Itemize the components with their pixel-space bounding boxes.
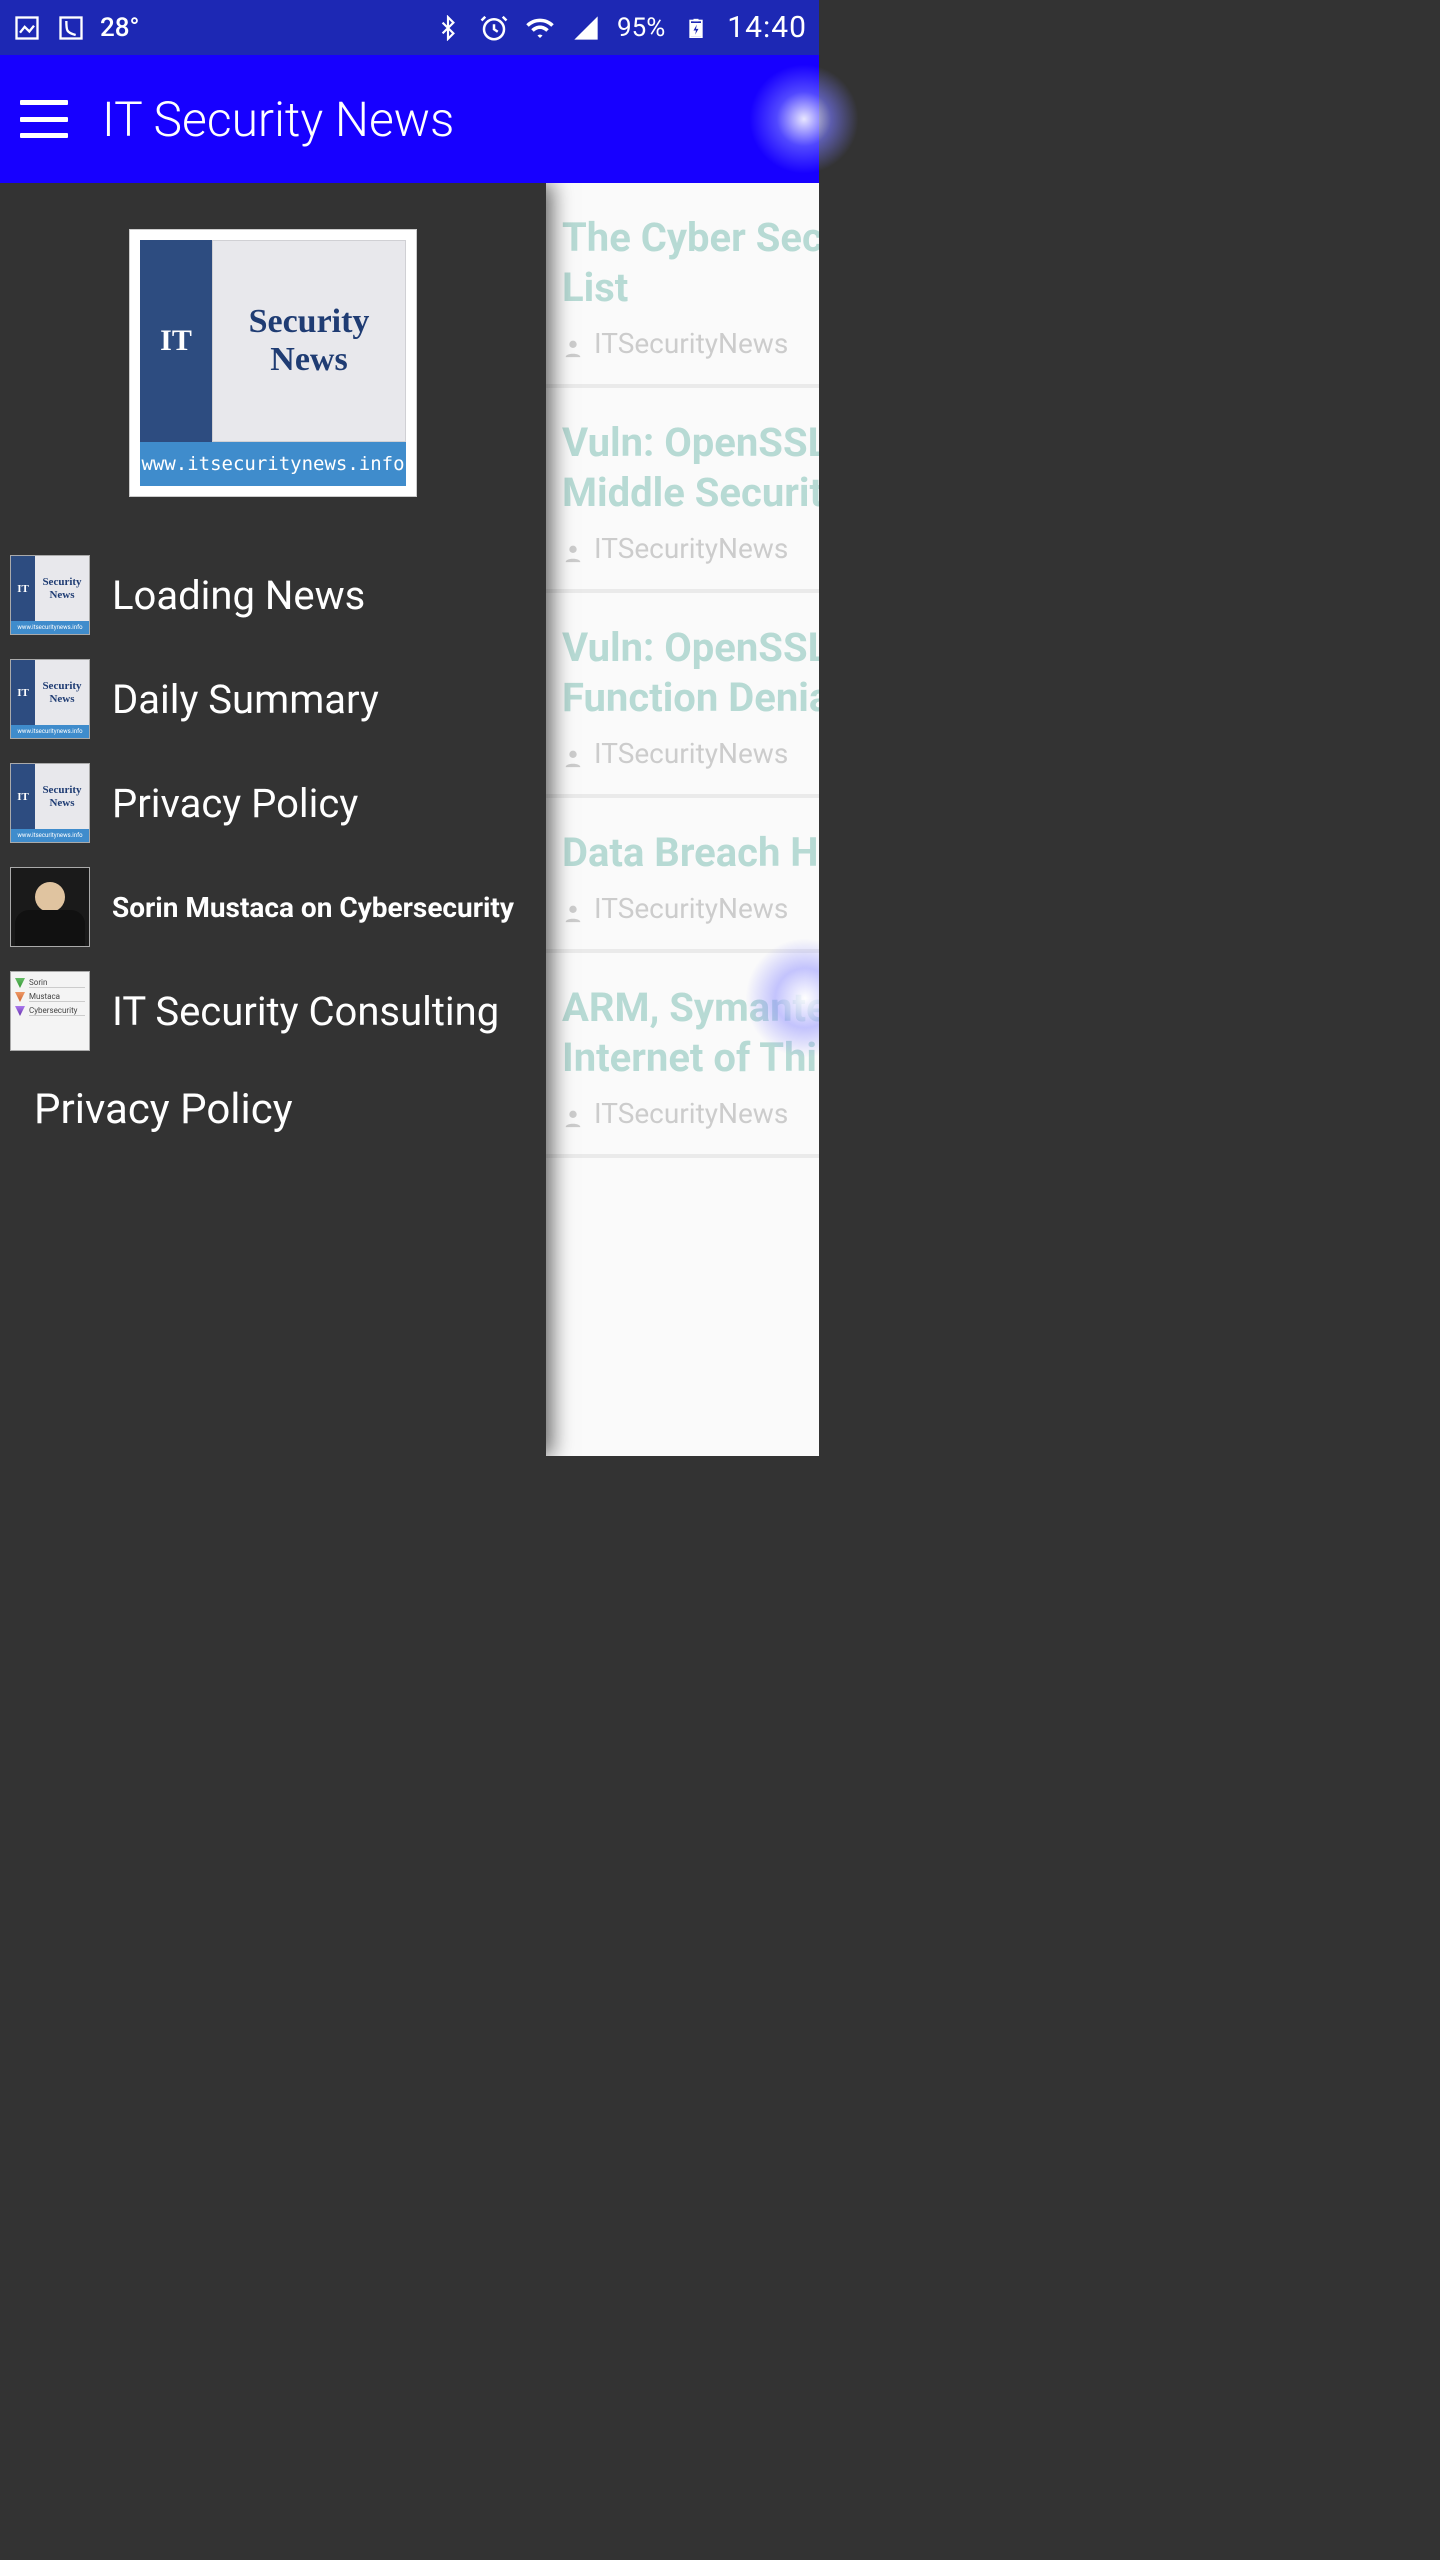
news-title-line: Function Denia [562,673,819,723]
news-author: ITSecurityNews [594,892,788,925]
menu-item-loading-news[interactable]: ITSecurityNews www.itsecuritynews.info L… [0,543,546,647]
drawer-menu: ITSecurityNews www.itsecuritynews.info L… [0,543,546,1063]
logo-url: www.itsecuritynews.info [140,442,406,486]
content-stage: The Cyber Sec List ITSecurityNews Vuln: … [0,183,819,1456]
logo-line1: Security [249,305,370,339]
thumb-logo-icon: ITSecurityNews www.itsecuritynews.info [10,659,90,739]
navigation-drawer[interactable]: IT Security News www.itsecuritynews.info… [0,183,546,1456]
thumb-list-icon: Sorin Mustaca Cybersecurity [10,971,90,1051]
status-left: 28° [12,13,140,43]
bluetooth-icon [433,13,463,43]
news-meta: ITSecurityNews [562,532,819,565]
logo-it-text: IT [140,240,212,442]
news-meta: ITSecurityNews [562,1097,819,1130]
signal-icon [571,13,601,43]
logo-line2: News [270,343,347,377]
menu-label: Privacy Policy [34,1085,293,1134]
news-title-line: Internet of Thi [562,1033,819,1083]
menu-label: Daily Summary [112,676,379,723]
wifi-icon [525,13,555,43]
news-title-line: Middle Securit [562,468,819,518]
news-title-line: Vuln: OpenSSL [562,623,819,673]
news-title-line: The Cyber Sec [562,213,819,263]
menu-item-sorin-mustaca[interactable]: Sorin Mustaca on Cybersecurity [0,855,546,959]
thumb-logo-icon: ITSecurityNews www.itsecuritynews.info [10,763,90,843]
news-meta: ITSecurityNews [562,737,819,770]
gallery-icon [12,13,42,43]
temperature-label: 28° [100,13,140,43]
logo-card: IT Security News www.itsecuritynews.info [129,229,417,497]
menu-item-daily-summary[interactable]: ITSecurityNews www.itsecuritynews.info D… [0,647,546,751]
battery-charging-icon [681,13,711,43]
menu-footer-privacy-policy[interactable]: Privacy Policy [0,1063,546,1134]
news-meta: ITSecurityNews [562,327,819,360]
news-author: ITSecurityNews [594,532,788,565]
battery-percent: 95% [617,13,665,43]
author-icon [562,898,584,920]
news-title-line: Data Breach H [562,828,819,878]
app-bar: IT Security News [0,55,819,183]
menu-label: Sorin Mustaca on Cybersecurity [112,891,514,924]
drawer-logo: IT Security News www.itsecuritynews.info [0,193,546,543]
news-author: ITSecurityNews [594,737,788,770]
author-icon [562,743,584,765]
menu-label: Privacy Policy [112,780,358,827]
antivirus-icon [56,13,86,43]
menu-item-it-security-consulting[interactable]: Sorin Mustaca Cybersecurity IT Security … [0,959,546,1063]
news-title-line: List [562,263,819,313]
menu-label: Loading News [112,572,365,619]
news-meta: ITSecurityNews [562,892,819,925]
menu-label: IT Security Consulting [112,988,499,1035]
thumb-person-icon [10,867,90,947]
news-title-line: Vuln: OpenSSL [562,418,819,468]
author-icon [562,333,584,355]
news-title-line: ARM, Symante [562,983,819,1033]
menu-icon[interactable] [20,100,68,138]
thumb-logo-icon: ITSecurityNews www.itsecuritynews.info [10,555,90,635]
menu-item-privacy-policy[interactable]: ITSecurityNews www.itsecuritynews.info P… [0,751,546,855]
alarm-icon [479,13,509,43]
status-bar: 28° 95% 14:40 [0,0,819,55]
clock-label: 14:40 [727,10,807,45]
status-right: 95% 14:40 [433,10,807,45]
news-author: ITSecurityNews [594,327,788,360]
author-icon [562,538,584,560]
news-author: ITSecurityNews [594,1097,788,1130]
app-title: IT Security News [102,91,454,148]
author-icon [562,1103,584,1125]
glow-decoration [749,64,859,174]
